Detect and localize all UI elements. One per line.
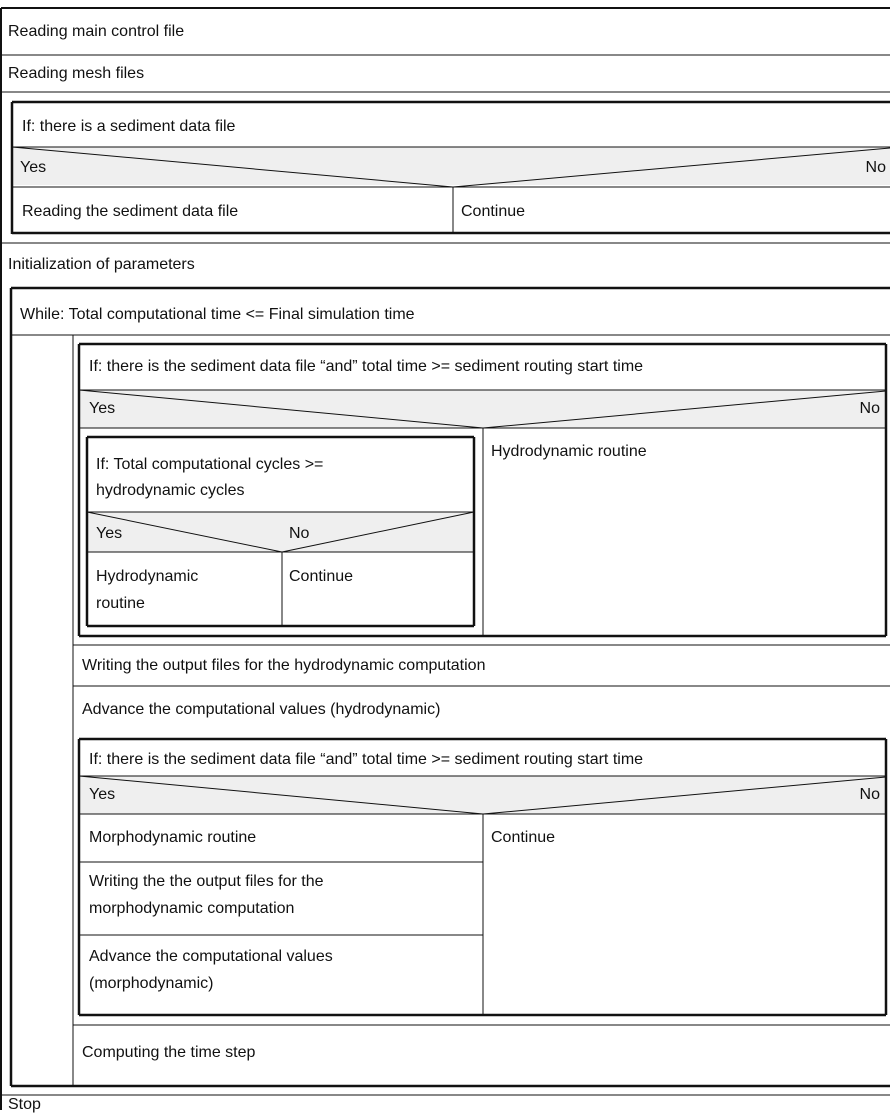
step-stop: Stop xyxy=(8,1096,41,1113)
if-routing-1-no: No xyxy=(859,400,880,417)
step-advance-hydro: Advance the computational values (hydrod… xyxy=(82,701,441,718)
if-cycles-no: No xyxy=(289,525,310,542)
if-cycles-no-action: Continue xyxy=(289,568,354,585)
if-cycles-yes-action-line1: Hydrodynamic xyxy=(96,568,199,585)
if-routing-1-no-action: Hydrodynamic routine xyxy=(491,443,647,460)
if-routing-2-yes: Yes xyxy=(89,786,116,803)
step-read-control: Reading main control file xyxy=(8,23,185,40)
if-routing-2-no: No xyxy=(859,786,880,803)
if-routing-2-advance-morpho-line1: Advance the computational values xyxy=(89,948,333,965)
if-cycles-yes-action-line2: routine xyxy=(96,595,145,612)
if-sediment-no-action: Continue xyxy=(461,203,526,220)
if-sediment-yes: Yes xyxy=(20,159,47,176)
if-cycles-condition-line1: If: Total computational cycles >= xyxy=(96,456,324,473)
if-cycles-yes: Yes xyxy=(96,525,123,542)
if-routing-2-condition: If: there is the sediment data file “and… xyxy=(89,751,644,768)
if-sediment-no: No xyxy=(865,159,886,176)
if-cycles-condition-line2: hydrodynamic cycles xyxy=(96,482,245,499)
step-write-hydro: Writing the output files for the hydrody… xyxy=(82,657,486,674)
step-time-step: Computing the time step xyxy=(82,1044,256,1061)
if-routing-2-write-morpho-line1: Writing the the output files for the xyxy=(89,873,324,890)
if-routing-2-write-morpho-line2: morphodynamic computation xyxy=(89,900,295,917)
if-routing-2-advance-morpho-line2: (morphodynamic) xyxy=(89,975,214,992)
if-routing-1-yes: Yes xyxy=(89,400,116,417)
structure-lines xyxy=(0,7,890,1110)
step-init-params: Initialization of parameters xyxy=(8,256,195,273)
if-sediment-condition: If: there is a sediment data file xyxy=(22,118,236,135)
if-routing-2-no-action: Continue xyxy=(491,829,556,846)
if-routing-1-condition: If: there is the sediment data file “and… xyxy=(89,358,644,375)
if-routing-2-morpho-routine: Morphodynamic routine xyxy=(89,829,257,846)
while-condition: While: Total computational time <= Final… xyxy=(20,306,415,323)
if-sediment-yes-action: Reading the sediment data file xyxy=(22,203,239,220)
step-read-mesh: Reading mesh files xyxy=(8,65,145,82)
